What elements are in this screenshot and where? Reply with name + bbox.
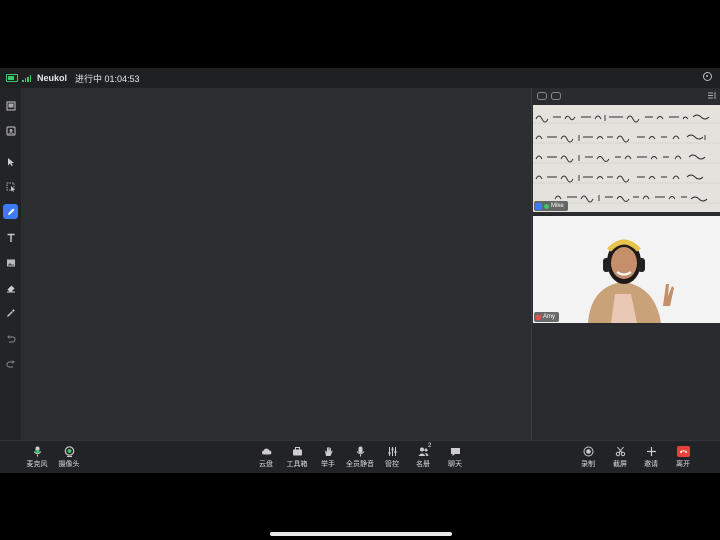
screenshot-button[interactable]: 截屏 (603, 444, 637, 469)
box-select-icon[interactable] (3, 179, 18, 194)
chat-label: 聊天 (448, 461, 462, 468)
hang-up-icon (676, 445, 690, 457)
roster-count-badge: 2 (428, 443, 432, 449)
video-tile-mike[interactable]: Mike (533, 105, 720, 212)
mute-all-icon (356, 446, 364, 456)
mic-button[interactable]: 麦克风 (20, 444, 54, 469)
sliders-icon (388, 446, 396, 456)
microphone-icon (33, 446, 41, 456)
participant-name: Mike (551, 203, 564, 209)
roster-button[interactable]: 2 名册 (406, 443, 440, 469)
camera-label: 摄像头 (58, 461, 80, 468)
mute-all-button[interactable]: 全员静音 (343, 444, 377, 469)
mic-active-icon (544, 203, 549, 209)
pen-icon[interactable] (3, 204, 18, 219)
whiteboard-list-icon[interactable] (3, 98, 18, 113)
screen-select-icon[interactable] (3, 123, 18, 138)
raise-hand-button[interactable]: 举手 (311, 444, 345, 469)
eraser-icon[interactable] (3, 280, 18, 295)
layout-icon[interactable] (537, 92, 547, 100)
cloud-label: 云盘 (259, 461, 273, 468)
video-panel: Mike Amy (531, 88, 720, 440)
meeting-timer: 进行中 01:04:53 (75, 73, 140, 84)
battery-icon (6, 74, 18, 82)
screenshot-label: 截屏 (613, 461, 627, 468)
toolbox-label: 工具箱 (286, 461, 308, 468)
undo-icon[interactable] (3, 331, 18, 346)
video-panel-header (532, 88, 720, 104)
mic-label: 麦克风 (26, 461, 48, 468)
collapse-panel-icon[interactable] (708, 92, 716, 99)
text-icon[interactable] (3, 230, 18, 245)
chat-bubble-icon[interactable] (551, 92, 561, 100)
meeting-controls: 麦克风 摄像头 云盘 工具箱 举手 全员静音 管控 2 名册 聊天 录制 截屏 … (0, 440, 720, 473)
record-label: 录制 (581, 461, 595, 468)
camera-button[interactable]: 摄像头 (52, 444, 86, 469)
camera-icon (64, 445, 74, 457)
plus-icon (646, 446, 656, 456)
meeting-app: Neukol 进行中 01:04:53 Mike Amy 麦克风 摄像头 云盘 … (0, 68, 720, 473)
participant-tag-amy: Amy (534, 312, 559, 322)
video-tile-amy[interactable]: Amy (533, 216, 720, 323)
control-label: 管控 (385, 461, 399, 468)
camera-feed-image (533, 216, 720, 323)
whiteboard-toolbar (0, 88, 21, 440)
pointer-icon[interactable] (3, 154, 18, 169)
toolbox-icon (292, 446, 302, 455)
settings-icon[interactable] (703, 72, 712, 81)
cloud-icon (261, 448, 271, 454)
people-icon (418, 447, 428, 456)
cloud-button[interactable]: 云盘 (249, 444, 283, 469)
invite-button[interactable]: 邀请 (634, 444, 668, 469)
image-icon[interactable] (3, 255, 18, 270)
magic-wand-icon[interactable] (3, 305, 18, 320)
redo-icon[interactable] (3, 356, 18, 371)
participant-name: Amy (543, 314, 555, 320)
chat-icon (450, 447, 460, 456)
leave-label: 离开 (676, 461, 690, 468)
signal-icon (22, 74, 31, 82)
mic-muted-icon (536, 314, 541, 320)
hand-icon (324, 446, 333, 456)
mute-all-label: 全员静音 (346, 461, 374, 468)
status-bar: Neukol 进行中 01:04:53 (0, 68, 720, 88)
participant-tag-mike: Mike (534, 201, 568, 211)
raise-hand-label: 举手 (321, 461, 335, 468)
record-button[interactable]: 录制 (571, 444, 605, 469)
home-indicator[interactable] (270, 532, 452, 536)
roster-label: 名册 (416, 461, 430, 468)
chat-button[interactable]: 聊天 (438, 444, 472, 469)
math-notes-image (533, 105, 720, 212)
app-name: Neukol (37, 73, 68, 83)
scissors-icon (615, 446, 625, 456)
toolbox-button[interactable]: 工具箱 (280, 444, 314, 469)
leave-button[interactable]: 离开 (666, 444, 700, 469)
control-button[interactable]: 管控 (375, 444, 409, 469)
whiteboard-canvas[interactable] (21, 88, 531, 440)
user-icon (535, 202, 542, 210)
invite-label: 邀请 (644, 461, 658, 468)
record-icon (583, 446, 593, 456)
